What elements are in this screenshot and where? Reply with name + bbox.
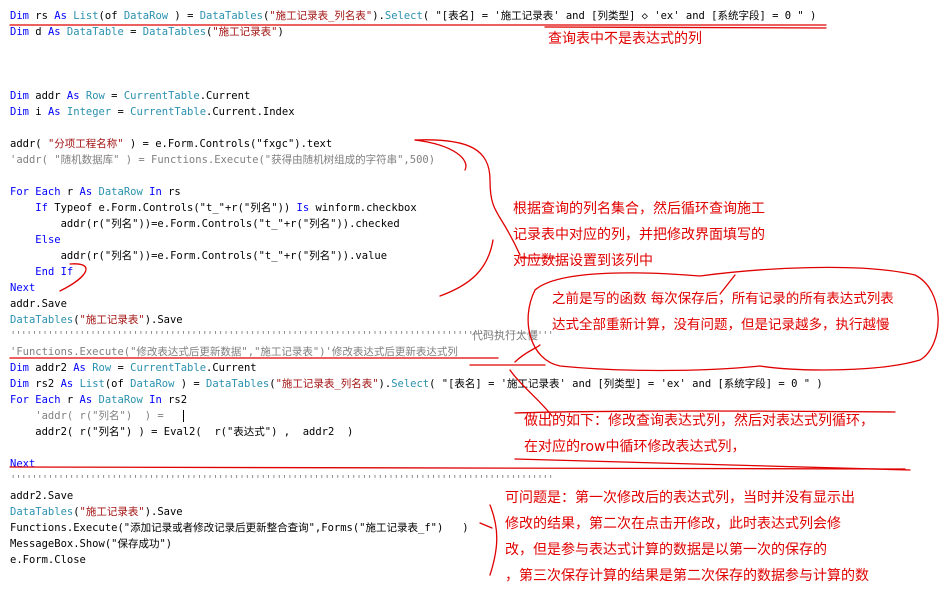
code-line-17: 'Functions.Execute("修改表达式后更新数据","施工记录表")… bbox=[10, 346, 458, 358]
code-line-14: addr.Save bbox=[10, 298, 67, 310]
code-line-23: Next bbox=[10, 458, 36, 470]
code-line-29: e.Form.Close bbox=[10, 554, 86, 566]
code-line-26: DataTables("施工记录表").Save bbox=[10, 506, 183, 518]
code-line-9: addr(r("列名"))=e.Form.Controls("t_"+r("列名… bbox=[10, 218, 400, 230]
code-line-27: Functions.Execute("添加记录或者修改记录后更新整合查询",Fo… bbox=[10, 522, 469, 534]
code-line-3: Dim addr As Row = CurrentTable.Current bbox=[10, 90, 251, 102]
code-line-22: addr2( r("列名") ) = Eval2( r("表达式") , add… bbox=[10, 426, 354, 438]
code-line-6: 'addr( "随机数据库" ) = Functions.Execute("获得… bbox=[10, 154, 436, 166]
code-line-20: For Each r As DataRow In rs2 bbox=[10, 394, 188, 406]
code-line-2: Dim d As DataTable = DataTables("施工记录表") bbox=[10, 26, 284, 38]
annotation-note-3: 之前是写的函数 每次保存后，所有记录的所有表达式列表 达式全部重新计算，没有问题… bbox=[552, 291, 894, 333]
annotation-note-4: 做出的如下：修改查询表达式列，然后对表达式列循环， 在对应的row中循环修改表达… bbox=[524, 413, 874, 455]
code-line-28: MessageBox.Show("保存成功") bbox=[10, 538, 173, 550]
annotation-note-1: 查询表中不是表达式的列 bbox=[548, 31, 702, 47]
code-line-15: DataTables("施工记录表").Save bbox=[10, 314, 183, 326]
comment-separator-2: ''''''''''''''''''''''''''''''''''''''''… bbox=[10, 474, 554, 486]
code-line-21-comment: 'addr( r("列名") ) = bbox=[10, 410, 164, 422]
text-cursor bbox=[182, 410, 184, 422]
code-line-12: End If bbox=[35, 266, 74, 278]
code-line-8: If Typeof e.Form.Controls("t_"+r("列名")) … bbox=[35, 202, 417, 214]
annotation-note-2: 根据查询的列名集合，然后循环查询施工 记录表中对应的列，并把修改界面填写的 对应… bbox=[513, 201, 765, 269]
annotation-note-5: 可问题是：第一次修改后的表达式列，当时并没有显示出 修改的结果，第二次在点击开修… bbox=[505, 490, 869, 584]
code-line-13: Next bbox=[10, 282, 36, 294]
code-line-25: addr2.Save bbox=[10, 490, 74, 502]
code-line-11: addr(r("列名"))=e.Form.Controls("t_"+r("列名… bbox=[10, 250, 388, 262]
code-line-21: 'addr( r("列名") ) = bbox=[10, 408, 184, 424]
code-line-5: addr( "分项工程名称" ) = e.Form.Controls("fxgc… bbox=[10, 138, 333, 150]
code-line-19: Dim rs2 As List(of DataRow ) = DataTable… bbox=[10, 378, 823, 390]
code-line-7: For Each r As DataRow In rs bbox=[10, 186, 181, 198]
code-line-4: Dim i As Integer = CurrentTable.Current.… bbox=[10, 106, 295, 118]
code-line-1: Dim rs As List(of DataRow ) = DataTables… bbox=[10, 10, 817, 22]
code-line-10: Else bbox=[35, 234, 61, 246]
slow-execution-label: 代码执行太慢 bbox=[472, 329, 538, 342]
code-line-18: Dim addr2 As Row = CurrentTable.Current bbox=[10, 362, 257, 374]
